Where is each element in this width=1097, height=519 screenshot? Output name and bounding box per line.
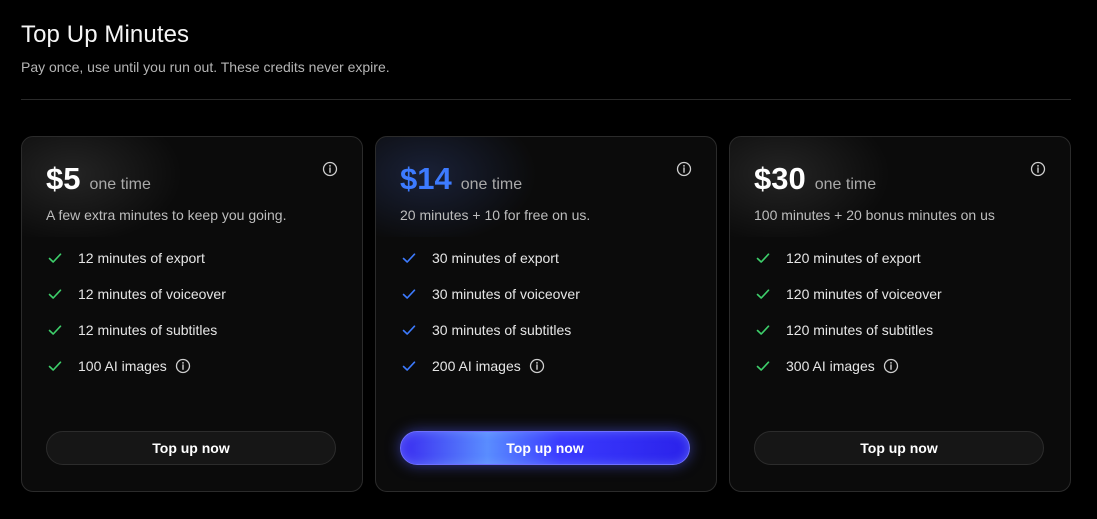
price-row: $5 one time <box>46 161 151 197</box>
check-icon <box>756 253 770 263</box>
top-up-page: Top Up Minutes Pay once, use until you r… <box>0 0 1097 519</box>
feature-item: 12 minutes of voiceover <box>46 284 226 304</box>
feature-item: 300 AI images <box>754 356 942 376</box>
feature-item: 120 minutes of export <box>754 248 942 268</box>
check-icon <box>402 361 416 371</box>
plan-card-14: $14 one time 20 minutes + 10 for free on… <box>375 136 717 492</box>
price-note: one time <box>814 176 877 193</box>
feature-label: 30 minutes of voiceover <box>432 286 580 302</box>
pricing-cards: $5 one time A few extra minutes to keep … <box>21 136 1071 492</box>
feature-label: 12 minutes of voiceover <box>78 286 226 302</box>
info-icon[interactable] <box>322 161 338 177</box>
check-icon <box>48 253 62 263</box>
top-up-button[interactable]: Top up now <box>400 431 690 465</box>
info-icon[interactable] <box>175 358 191 374</box>
feature-label: 120 minutes of export <box>786 250 921 266</box>
feature-list: 30 minutes of export 30 minutes of voice… <box>400 248 580 392</box>
feature-label: 120 minutes of subtitles <box>786 322 934 338</box>
feature-label: 200 AI images <box>432 358 521 374</box>
page-title: Top Up Minutes <box>21 21 190 48</box>
check-icon <box>756 325 770 335</box>
feature-label: 12 minutes of subtitles <box>78 322 218 338</box>
check-icon <box>48 325 62 335</box>
feature-item: 200 AI images <box>400 356 580 376</box>
check-icon <box>402 289 416 299</box>
info-icon[interactable] <box>883 358 899 374</box>
info-icon[interactable] <box>529 358 545 374</box>
check-icon <box>48 361 62 371</box>
plan-card-30: $30 one time 100 minutes + 20 bonus minu… <box>729 136 1071 492</box>
page-header: Top Up Minutes Pay once, use until you r… <box>21 20 390 76</box>
page-subtitle: Pay once, use until you run out. These c… <box>21 59 390 75</box>
price-row: $14 one time <box>400 161 522 197</box>
price-row: $30 one time <box>754 161 876 197</box>
feature-label: 12 minutes of export <box>78 250 205 266</box>
header-divider <box>21 99 1071 100</box>
info-icon[interactable] <box>676 161 692 177</box>
feature-list: 120 minutes of export 120 minutes of voi… <box>754 248 942 392</box>
check-icon <box>402 325 416 335</box>
top-up-button[interactable]: Top up now <box>46 431 336 465</box>
feature-label: 120 minutes of voiceover <box>786 286 942 302</box>
feature-item: 120 minutes of subtitles <box>754 320 942 340</box>
check-icon <box>402 253 416 263</box>
plan-description: 100 minutes + 20 bonus minutes on us <box>754 207 995 223</box>
feature-label: 300 AI images <box>786 358 875 374</box>
feature-label: 100 AI images <box>78 358 167 374</box>
feature-item: 120 minutes of voiceover <box>754 284 942 304</box>
check-icon <box>48 289 62 299</box>
top-up-button[interactable]: Top up now <box>754 431 1044 465</box>
feature-item: 30 minutes of export <box>400 248 580 268</box>
price-note: one time <box>460 176 523 193</box>
feature-item: 12 minutes of subtitles <box>46 320 226 340</box>
feature-label: 30 minutes of export <box>432 250 559 266</box>
feature-item: 30 minutes of subtitles <box>400 320 580 340</box>
feature-item: 30 minutes of voiceover <box>400 284 580 304</box>
info-icon[interactable] <box>1030 161 1046 177</box>
feature-label: 30 minutes of subtitles <box>432 322 572 338</box>
price-note: one time <box>89 176 151 193</box>
plan-price: $14 <box>400 161 452 196</box>
plan-price: $5 <box>46 161 81 196</box>
feature-item: 12 minutes of export <box>46 248 226 268</box>
check-icon <box>756 361 770 371</box>
feature-item: 100 AI images <box>46 356 226 376</box>
plan-description: 20 minutes + 10 for free on us. <box>400 207 591 223</box>
plan-card-5: $5 one time A few extra minutes to keep … <box>21 136 363 492</box>
check-icon <box>756 289 770 299</box>
plan-description: A few extra minutes to keep you going. <box>46 207 287 223</box>
feature-list: 12 minutes of export 12 minutes of voice… <box>46 248 226 392</box>
plan-price: $30 <box>754 161 806 196</box>
